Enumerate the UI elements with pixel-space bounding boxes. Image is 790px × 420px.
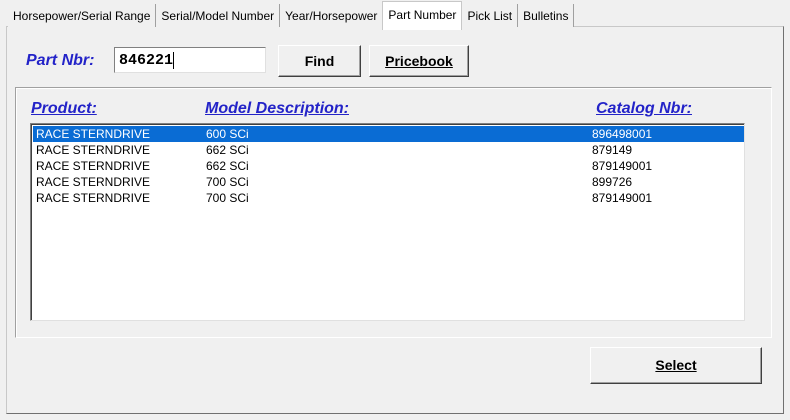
tab-pick-list[interactable]: Pick List: [462, 4, 519, 27]
tab-part-number[interactable]: Part Number: [382, 1, 463, 30]
pricebook-button[interactable]: Pricebook: [369, 45, 469, 77]
cell-model: 662 SCi: [206, 159, 249, 173]
cell-model: 600 SCi: [206, 127, 249, 141]
select-button[interactable]: Select: [590, 347, 762, 384]
cell-product: RACE STERNDRIVE: [36, 175, 151, 189]
cell-catalog: 879149001: [592, 191, 653, 205]
tab-bulletins[interactable]: Bulletins: [518, 4, 575, 27]
cell-product: RACE STERNDRIVE: [36, 143, 151, 157]
cell-model: 662 SCi: [206, 143, 249, 157]
list-row[interactable]: RACE STERNDRIVE 662 SCi 879149001: [33, 158, 744, 174]
cell-catalog: 896498001: [592, 127, 653, 141]
tab-strip: Horsepower/Serial Range Serial/Model Num…: [8, 1, 575, 30]
select-label: Select: [655, 357, 697, 373]
cell-catalog: 879149: [592, 143, 633, 157]
tab-horsepower-serial-range[interactable]: Horsepower/Serial Range: [8, 4, 157, 27]
part-nbr-label: Part Nbr:: [26, 52, 95, 69]
list-row[interactable]: RACE STERNDRIVE 700 SCi 899726: [33, 174, 744, 190]
header-model-description: Model Description:: [205, 100, 350, 117]
results-list[interactable]: RACE STERNDRIVE 600 SCi 896498001 RACE STER…: [30, 123, 745, 321]
cell-product: RACE STERNDRIVE: [36, 159, 151, 173]
cell-model: 700 SCi: [206, 191, 249, 205]
text-caret: [173, 51, 175, 69]
header-catalog-nbr: Catalog Nbr:: [596, 100, 692, 117]
cell-catalog: 899726: [592, 175, 633, 189]
pricebook-label: Pricebook: [385, 53, 453, 69]
find-button[interactable]: Find: [278, 45, 361, 77]
part-nbr-value: 846221: [119, 52, 174, 69]
list-row[interactable]: RACE STERNDRIVE 662 SCi 879149: [33, 142, 744, 158]
tab-serial-model-number[interactable]: Serial/Model Number: [156, 4, 281, 27]
cell-model: 700 SCi: [206, 175, 249, 189]
header-product: Product:: [31, 100, 97, 117]
cell-catalog: 879149001: [592, 159, 653, 173]
tab-year-horsepower[interactable]: Year/Horsepower: [280, 4, 383, 27]
list-row[interactable]: RACE STERNDRIVE 700 SCi 879149001: [33, 190, 744, 206]
cell-product: RACE STERNDRIVE: [36, 127, 151, 141]
cell-product: RACE STERNDRIVE: [36, 191, 151, 205]
list-row[interactable]: RACE STERNDRIVE 600 SCi 896498001: [33, 126, 744, 142]
part-nbr-input[interactable]: 846221: [114, 47, 266, 73]
